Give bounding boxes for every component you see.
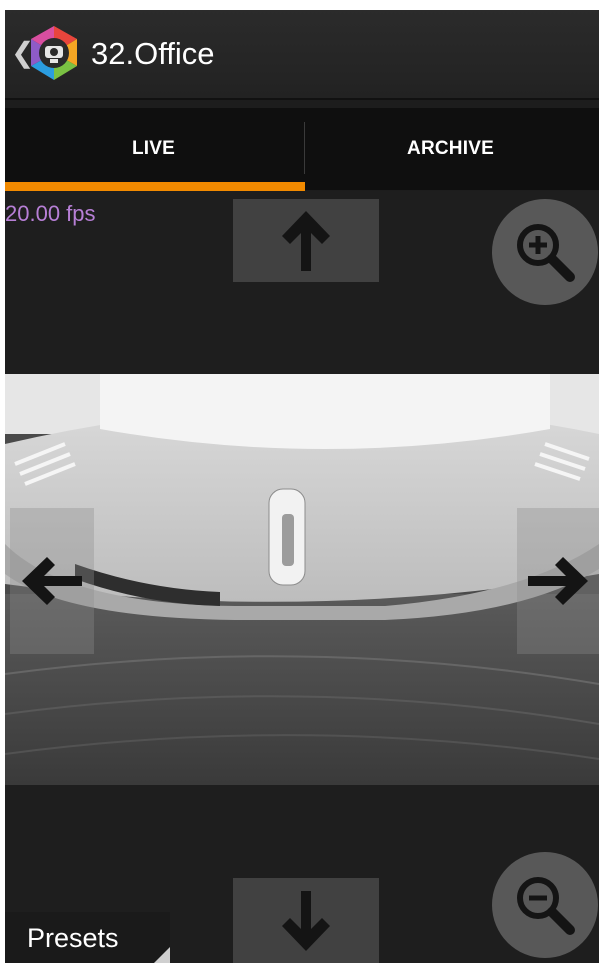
presets-label: Presets [27,923,119,953]
zoom-in-icon [517,224,575,282]
app-window: ❮ 32.Office LIVE ARCHIVE 20.00 fps Prese… [5,10,599,963]
pan-up-button[interactable] [233,199,379,282]
app-logo-icon[interactable] [25,24,83,82]
arrow-right-icon [528,557,588,605]
tab-archive[interactable]: ARCHIVE [302,108,599,190]
arrow-left-icon [22,557,82,605]
zoom-in-button[interactable] [492,199,598,305]
pan-right-button[interactable] [517,508,599,654]
zoom-out-button[interactable] [492,852,598,958]
live-video-frame[interactable] [5,374,599,785]
divider [5,98,599,100]
camera-image [5,374,599,785]
tab-live[interactable]: LIVE [5,108,302,190]
arrow-down-icon [282,890,330,951]
pan-left-button[interactable] [10,508,94,654]
zoom-out-icon [517,877,575,935]
dropdown-corner-icon [154,947,170,963]
action-bar: ❮ 32.Office [5,10,599,98]
page-title: 32.Office [91,36,215,71]
fps-readout: 20.00 fps [5,201,96,226]
tab-bar: LIVE ARCHIVE [5,108,599,190]
presets-dropdown[interactable]: Presets [5,912,170,963]
arrow-up-icon [282,210,330,271]
selected-tab-indicator [5,182,305,191]
pan-down-button[interactable] [233,878,379,963]
